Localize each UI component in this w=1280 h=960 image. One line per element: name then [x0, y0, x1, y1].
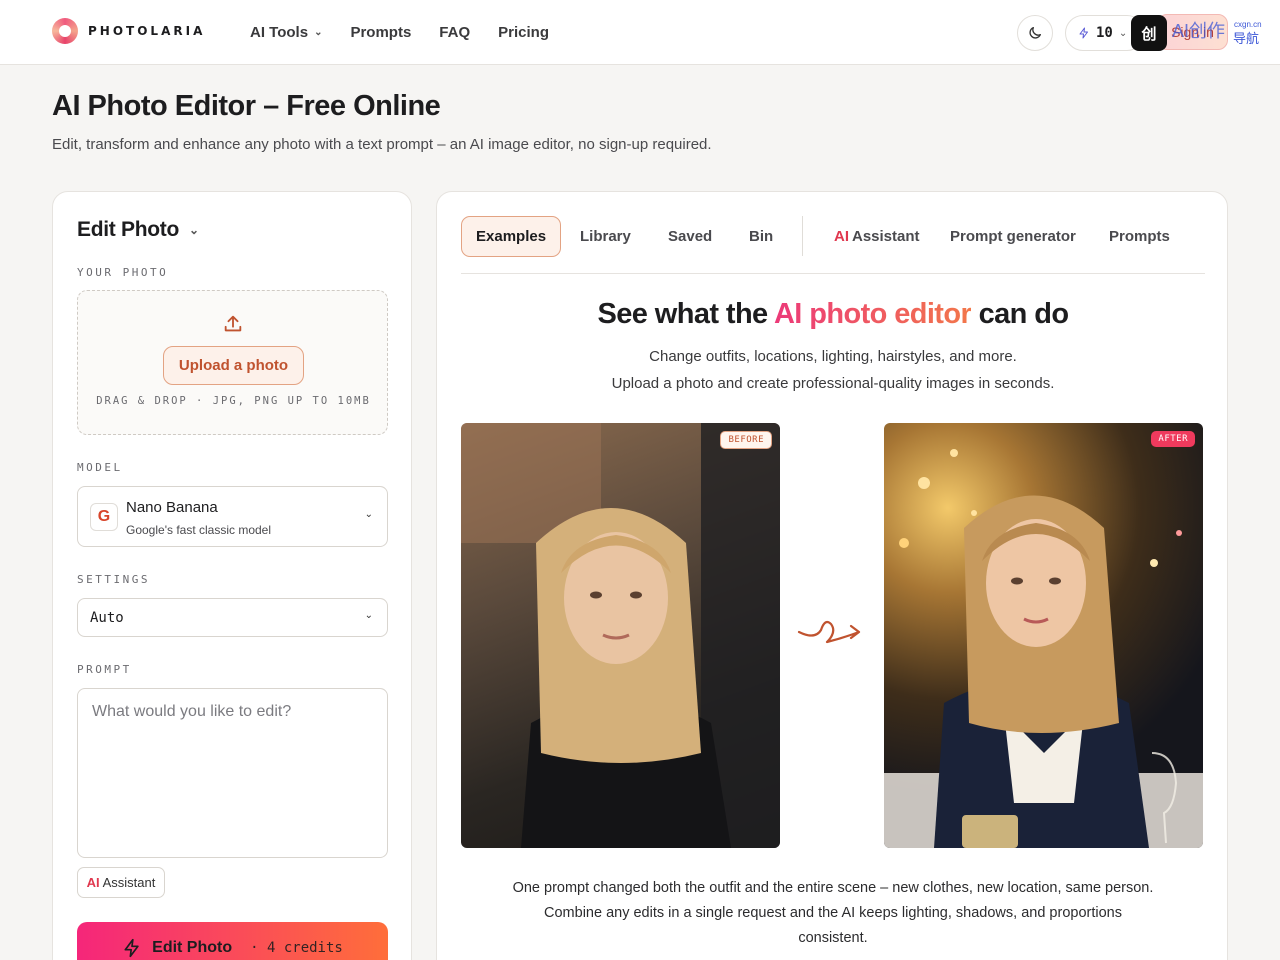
prompt-label: PROMPT: [77, 663, 132, 676]
chevron-down-icon: ⌄: [188, 223, 199, 237]
nav-faq[interactable]: FAQ: [439, 24, 470, 41]
nav-ai-tools-label: AI Tools: [250, 23, 309, 41]
edit-button-label: Edit Photo: [152, 939, 233, 956]
transform-arrow-icon: [797, 620, 861, 644]
before-photo[interactable]: BEFORE: [461, 423, 780, 848]
model-label: MODEL: [77, 461, 123, 474]
model-description: Google's fast classic model: [126, 523, 272, 537]
tab-bin[interactable]: Bin: [749, 216, 773, 257]
overlay-sub2: 导航: [1233, 31, 1260, 46]
showcase-tabs: Examples Library Saved Bin AI Assistant …: [461, 216, 1205, 274]
nav-ai-tools[interactable]: AI Tools ⌄: [250, 24, 322, 41]
panel-title: Edit Photo: [77, 218, 179, 241]
chevron-down-icon: ⌄: [364, 509, 373, 520]
before-tag: BEFORE: [720, 431, 772, 449]
edit-button-credits: · 4 credits: [250, 940, 343, 956]
page-title: AI Photo Editor – Free Online: [52, 90, 441, 122]
showcase-subtitle-line2: Upload a photo and create professional-q…: [611, 375, 1055, 392]
upload-photo-button[interactable]: Upload a photo: [163, 346, 304, 385]
logo-text: PHOTOLARIA: [88, 24, 206, 38]
model-select[interactable]: G Nano Banana Google's fast classic mode…: [77, 486, 388, 547]
tab-ai-assistant-label: Assistant: [852, 228, 920, 245]
showcase-title-pre: See what the: [597, 298, 774, 330]
logo[interactable]: PHOTOLARIA: [52, 18, 205, 44]
ai-label: AI: [834, 228, 849, 245]
showcase-panel: Examples Library Saved Bin AI Assistant …: [436, 191, 1228, 960]
after-tag: AFTER: [1151, 431, 1195, 447]
model-name: Nano Banana: [126, 499, 218, 516]
upload-hint: DRAG & DROP · JPG, PNG UP TO 10MB: [96, 395, 371, 407]
showcase-title: See what the AI photo editor can do: [437, 298, 1229, 331]
overlay-text: AI创作: [1172, 21, 1226, 41]
settings-select[interactable]: Auto ⌄: [77, 598, 388, 637]
tab-saved[interactable]: Saved: [668, 216, 712, 257]
main-nav: AI Tools ⌄ Prompts FAQ Pricing: [250, 0, 577, 64]
tab-divider: [802, 216, 803, 256]
page-subtitle: Edit, transform and enhance any photo wi…: [52, 136, 712, 153]
logo-icon: [52, 18, 78, 44]
edit-photo-mode-select[interactable]: Edit Photo ⌄: [77, 218, 199, 242]
showcase-title-highlight: AI photo editor: [773, 298, 972, 330]
ai-assistant-button[interactable]: AI Assistant: [77, 867, 165, 898]
prompt-input[interactable]: [77, 688, 388, 858]
photo-dropzone[interactable]: Upload a photo DRAG & DROP · JPG, PNG UP…: [77, 290, 388, 435]
top-header: PHOTOLARIA AI Tools ⌄ Prompts FAQ Pricin…: [0, 0, 1280, 65]
showcase-title-post: can do: [971, 298, 1069, 330]
tab-prompts[interactable]: Prompts: [1109, 216, 1170, 257]
credits-count: 10: [1096, 25, 1113, 41]
moon-icon: [1029, 27, 1041, 39]
nav-prompts[interactable]: Prompts: [350, 24, 411, 41]
before-portrait-illustration: [461, 423, 780, 848]
assistant-label: Assistant: [102, 875, 156, 890]
tab-ai-assistant[interactable]: AI Assistant: [834, 216, 920, 257]
chevron-down-icon: ⌄: [364, 610, 373, 621]
lightning-icon: [124, 938, 139, 958]
settings-label: SETTINGS: [77, 573, 150, 586]
showcase-caption: One prompt changed both the outfit and t…: [497, 876, 1169, 951]
photo-label: YOUR PHOTO: [77, 266, 169, 279]
settings-value: Auto: [90, 610, 124, 626]
google-logo-icon: G: [90, 503, 118, 531]
lightning-icon: [1079, 27, 1088, 39]
nav-pricing[interactable]: Pricing: [498, 24, 549, 41]
overlay-logo[interactable]: 创: [1131, 15, 1167, 51]
edit-photo-panel: Edit Photo ⌄ YOUR PHOTO Upload a photo D…: [52, 191, 412, 960]
chevron-down-icon: ⌄: [314, 26, 323, 38]
ai-label: AI: [86, 875, 100, 890]
tab-prompt-generator[interactable]: Prompt generator: [950, 216, 1076, 257]
tab-examples[interactable]: Examples: [461, 216, 562, 257]
caption-line1: One prompt changed both the outfit and t…: [512, 880, 1154, 896]
upload-icon: [224, 315, 242, 332]
caption-line2: Combine any edits in a single request an…: [544, 905, 1122, 921]
chevron-down-icon: ⌄: [1118, 27, 1128, 39]
caption-line3: consistent.: [798, 930, 868, 946]
tab-library[interactable]: Library: [580, 216, 631, 257]
theme-toggle-button[interactable]: [1017, 15, 1053, 51]
after-photo[interactable]: AFTER: [884, 423, 1203, 848]
after-portrait-illustration: [884, 449, 1203, 848]
showcase-subtitle-line1: Change outfits, locations, lighting, hai…: [649, 348, 1017, 365]
edit-photo-button[interactable]: Edit Photo · 4 credits: [77, 922, 388, 960]
